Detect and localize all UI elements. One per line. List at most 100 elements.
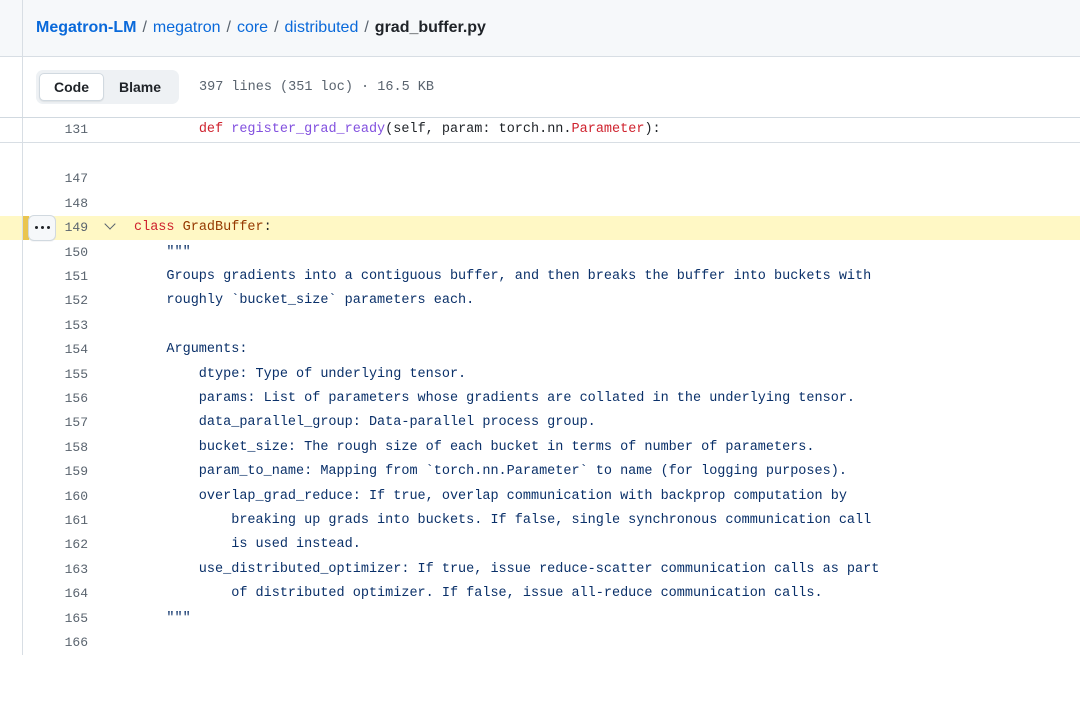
- line-number[interactable]: 162: [0, 533, 98, 557]
- code-line-content[interactable]: is used instead.: [124, 533, 1080, 557]
- code-line-content[interactable]: [124, 313, 1080, 337]
- line-number[interactable]: 160: [0, 484, 98, 508]
- line-number[interactable]: 166: [0, 630, 98, 654]
- code-token: Parameter: [571, 122, 645, 138]
- code-line-content[interactable]: data_parallel_group: Data-parallel proce…: [124, 411, 1080, 435]
- fold-spacer: [98, 240, 124, 264]
- code-line-content[interactable]: overlap_grad_reduce: If true, overlap co…: [124, 484, 1080, 508]
- code-line-content[interactable]: of distributed optimizer. If false, issu…: [124, 581, 1080, 605]
- code-line-content[interactable]: use_distributed_optimizer: If true, issu…: [124, 557, 1080, 581]
- line-number[interactable]: 147: [0, 167, 98, 191]
- line-number[interactable]: 161: [0, 508, 98, 532]
- breadcrumb-dir-core[interactable]: core: [237, 18, 268, 37]
- code-blame-segmented-control: Code Blame: [36, 70, 180, 104]
- code-line-content[interactable]: param_to_name: Mapping from `torch.nn.Pa…: [124, 459, 1080, 483]
- line-number[interactable]: 158: [0, 435, 98, 459]
- line-number[interactable]: 151: [0, 264, 98, 288]
- code-line-content[interactable]: [124, 191, 1080, 215]
- code-line-row[interactable]: 166: [0, 630, 1080, 654]
- line-number[interactable]: 153: [0, 313, 98, 337]
- code-line-row[interactable]: 165 """: [0, 606, 1080, 630]
- code-token: roughly `bucket_size` parameters each.: [134, 293, 475, 309]
- fold-spacer: [98, 289, 124, 313]
- code-token: use_distributed_optimizer: If true, issu…: [134, 561, 880, 577]
- line-number[interactable]: 164: [0, 581, 98, 605]
- breadcrumb-dir-distributed[interactable]: distributed: [285, 18, 359, 37]
- fold-spacer: [98, 386, 124, 410]
- kebab-dot: [40, 226, 44, 230]
- code-line-content[interactable]: class GradBuffer:: [124, 215, 1080, 240]
- code-line-content[interactable]: """: [124, 606, 1080, 630]
- fold-spacer: [98, 533, 124, 557]
- code-line-row[interactable]: 150 """: [0, 240, 1080, 264]
- code-line-content[interactable]: dtype: Type of underlying tensor.: [124, 362, 1080, 386]
- breadcrumb-repo-link[interactable]: Megatron-LM: [36, 18, 136, 37]
- code-line-content[interactable]: bucket_size: The rough size of each buck…: [124, 435, 1080, 459]
- chevron-down-icon[interactable]: [98, 215, 124, 240]
- line-actions-kebab-icon[interactable]: [28, 214, 56, 241]
- tab-blame[interactable]: Blame: [104, 73, 176, 101]
- code-line-content[interactable]: def register_grad_ready(self, param: tor…: [124, 118, 1080, 142]
- code-line-row[interactable]: 163 use_distributed_optimizer: If true, …: [0, 557, 1080, 581]
- line-number[interactable]: 156: [0, 386, 98, 410]
- code-token: (self, param: torch.nn.: [385, 122, 572, 138]
- code-line-content[interactable]: [124, 167, 1080, 191]
- code-line-row[interactable]: 158 bucket_size: The rough size of each …: [0, 435, 1080, 459]
- line-number[interactable]: 131: [0, 118, 98, 142]
- code-line-row[interactable]: 148: [0, 191, 1080, 215]
- fold-spacer: [98, 411, 124, 435]
- line-number[interactable]: 159: [0, 459, 98, 483]
- fold-spacer: [98, 167, 124, 191]
- code-line-content[interactable]: [124, 630, 1080, 654]
- file-view-page: Megatron-LM / megatron / core / distribu…: [0, 0, 1080, 705]
- line-number[interactable]: 154: [0, 338, 98, 362]
- line-number[interactable]: 165: [0, 606, 98, 630]
- line-number[interactable]: 163: [0, 557, 98, 581]
- code-line-row[interactable]: 159 param_to_name: Mapping from `torch.n…: [0, 459, 1080, 483]
- code-line-row[interactable]: 162 is used instead.: [0, 533, 1080, 557]
- code-token: def: [198, 122, 224, 138]
- code-token: """: [134, 244, 191, 260]
- code-line-row[interactable]: 155 dtype: Type of underlying tensor.: [0, 362, 1080, 386]
- code-line-row[interactable]: 151 Groups gradients into a contiguous b…: [0, 264, 1080, 288]
- fold-spacer: [98, 435, 124, 459]
- code-line-row[interactable]: 160 overlap_grad_reduce: If true, overla…: [0, 484, 1080, 508]
- code-line-row[interactable]: 147: [0, 167, 1080, 191]
- code-line-content[interactable]: breaking up grads into buckets. If false…: [124, 508, 1080, 532]
- code-token: bucket_size: The rough size of each buck…: [134, 439, 815, 455]
- code-line-row[interactable]: 149 class GradBuffer:: [0, 215, 1080, 240]
- line-number[interactable]: 157: [0, 411, 98, 435]
- line-number[interactable]: 155: [0, 362, 98, 386]
- line-number[interactable]: 152: [0, 289, 98, 313]
- code-line-row[interactable]: 152 roughly `bucket_size` parameters eac…: [0, 289, 1080, 313]
- code-line-content[interactable]: Arguments:: [124, 338, 1080, 362]
- file-size-meta: 397 lines (351 loc) · 16.5 KB: [199, 79, 434, 95]
- code-line-row[interactable]: 157 data_parallel_group: Data-parallel p…: [0, 411, 1080, 435]
- code-line-content[interactable]: params: List of parameters whose gradien…: [124, 386, 1080, 410]
- code-line-row[interactable]: 131 def register_grad_ready(self, param:…: [0, 118, 1080, 142]
- code-token: data_parallel_group: Data-parallel proce…: [134, 415, 596, 431]
- code-line-content[interactable]: Groups gradients into a contiguous buffe…: [124, 264, 1080, 288]
- code-line-row[interactable]: 154 Arguments:: [0, 338, 1080, 362]
- code-token: class: [134, 220, 175, 236]
- code-line-row[interactable]: 156 params: List of parameters whose gra…: [0, 386, 1080, 410]
- breadcrumb: Megatron-LM / megatron / core / distribu…: [22, 18, 486, 37]
- fold-spacer: [98, 118, 124, 142]
- tab-code[interactable]: Code: [39, 73, 104, 101]
- hidden-lines-separator: [0, 141, 1080, 167]
- code-line-row[interactable]: 161 breaking up grads into buckets. If f…: [0, 508, 1080, 532]
- code-token: is used instead.: [134, 537, 361, 553]
- code-token: ):: [644, 122, 661, 138]
- code-token: :: [263, 220, 272, 236]
- breadcrumb-separator-2: /: [274, 19, 279, 37]
- code-line-row[interactable]: 164 of distributed optimizer. If false, …: [0, 581, 1080, 605]
- code-line-content[interactable]: roughly `bucket_size` parameters each.: [124, 289, 1080, 313]
- line-number[interactable]: 150: [0, 240, 98, 264]
- breadcrumb-separator-1: /: [226, 19, 231, 37]
- fold-spacer: [98, 606, 124, 630]
- code-line-row[interactable]: 153: [0, 313, 1080, 337]
- code-line-content[interactable]: """: [124, 240, 1080, 264]
- line-number[interactable]: 148: [0, 191, 98, 215]
- breadcrumb-dir-megatron[interactable]: megatron: [153, 18, 221, 37]
